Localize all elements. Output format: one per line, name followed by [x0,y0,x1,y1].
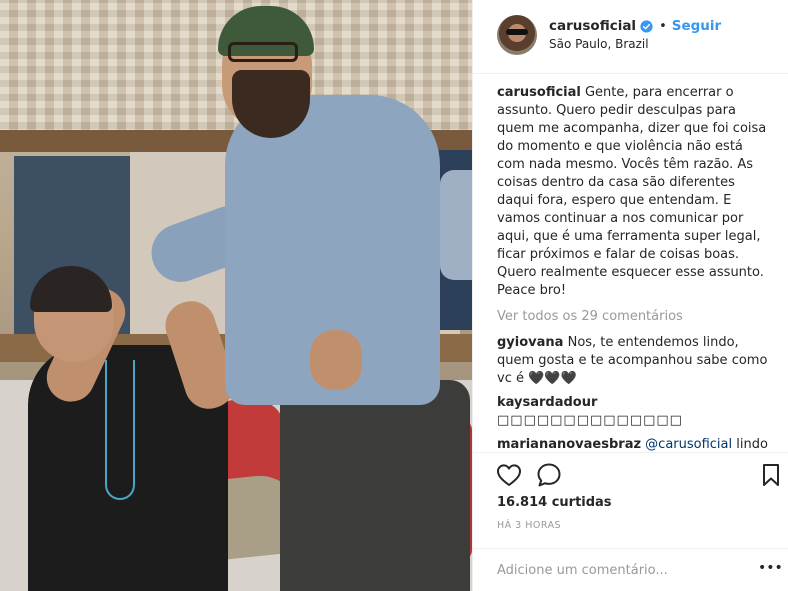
avatar[interactable] [497,15,537,55]
photo-person-edge [440,170,472,280]
comment-username[interactable]: mariananovaesbraz [497,437,641,452]
post-side-panel: carusoficial • Seguir São Paulo, Brazil … [472,0,788,591]
comment-item: kaysardadour □□□□□□□□□□□□□□ [497,394,769,430]
comment-item: gyiovana Nos, te entendemos lindo, quem … [497,334,769,388]
photo-person-right-hand [310,330,362,390]
avatar-sunglasses [506,29,528,35]
comments-list[interactable]: carusoficial Gente, para encerrar o assu… [497,84,769,452]
likes-count[interactable]: 16.814 curtidas [497,495,612,510]
photo-necklace [105,360,135,500]
location-link[interactable]: São Paulo, Brazil [549,37,649,51]
post-photo[interactable] [0,0,472,591]
comment-username[interactable]: gyiovana [497,335,563,350]
caption-text: Gente, para encerrar o assunto. Quero pe… [497,85,767,298]
username-link[interactable]: carusoficial [549,18,636,34]
post-timestamp[interactable]: HÁ 3 HORAS [497,520,561,531]
heart-icon[interactable] [495,461,523,489]
post-header: carusoficial • Seguir São Paulo, Brazil [473,0,788,74]
view-all-comments-link[interactable]: Ver todos os 29 comentários [497,308,769,326]
post-actions: 16.814 curtidas HÁ 3 HORAS [473,452,788,548]
bookmark-icon[interactable] [757,461,785,489]
username-row: carusoficial • Seguir [549,17,721,35]
caption-username[interactable]: carusoficial [497,85,581,100]
comment-item: mariananovaesbraz @carusoficial lindo de… [497,436,769,452]
comment-username[interactable]: kaysardadour [497,395,597,410]
more-options-icon[interactable]: ••• [758,558,783,578]
caption: carusoficial Gente, para encerrar o assu… [497,84,769,300]
add-comment-input[interactable] [497,559,737,581]
photo-person-right-glasses [228,42,298,62]
follow-button[interactable]: Seguir [672,18,721,34]
add-comment-bar: ••• [473,548,788,591]
separator-dot: • [659,18,667,34]
photo-person-right-legs [280,380,470,591]
verified-badge-icon [640,19,653,33]
comment-mention-link[interactable]: @carusoficial [645,437,732,452]
comment-text: □□□□□□□□□□□□□□ [497,413,683,428]
comment-bubble-icon[interactable] [535,461,563,489]
